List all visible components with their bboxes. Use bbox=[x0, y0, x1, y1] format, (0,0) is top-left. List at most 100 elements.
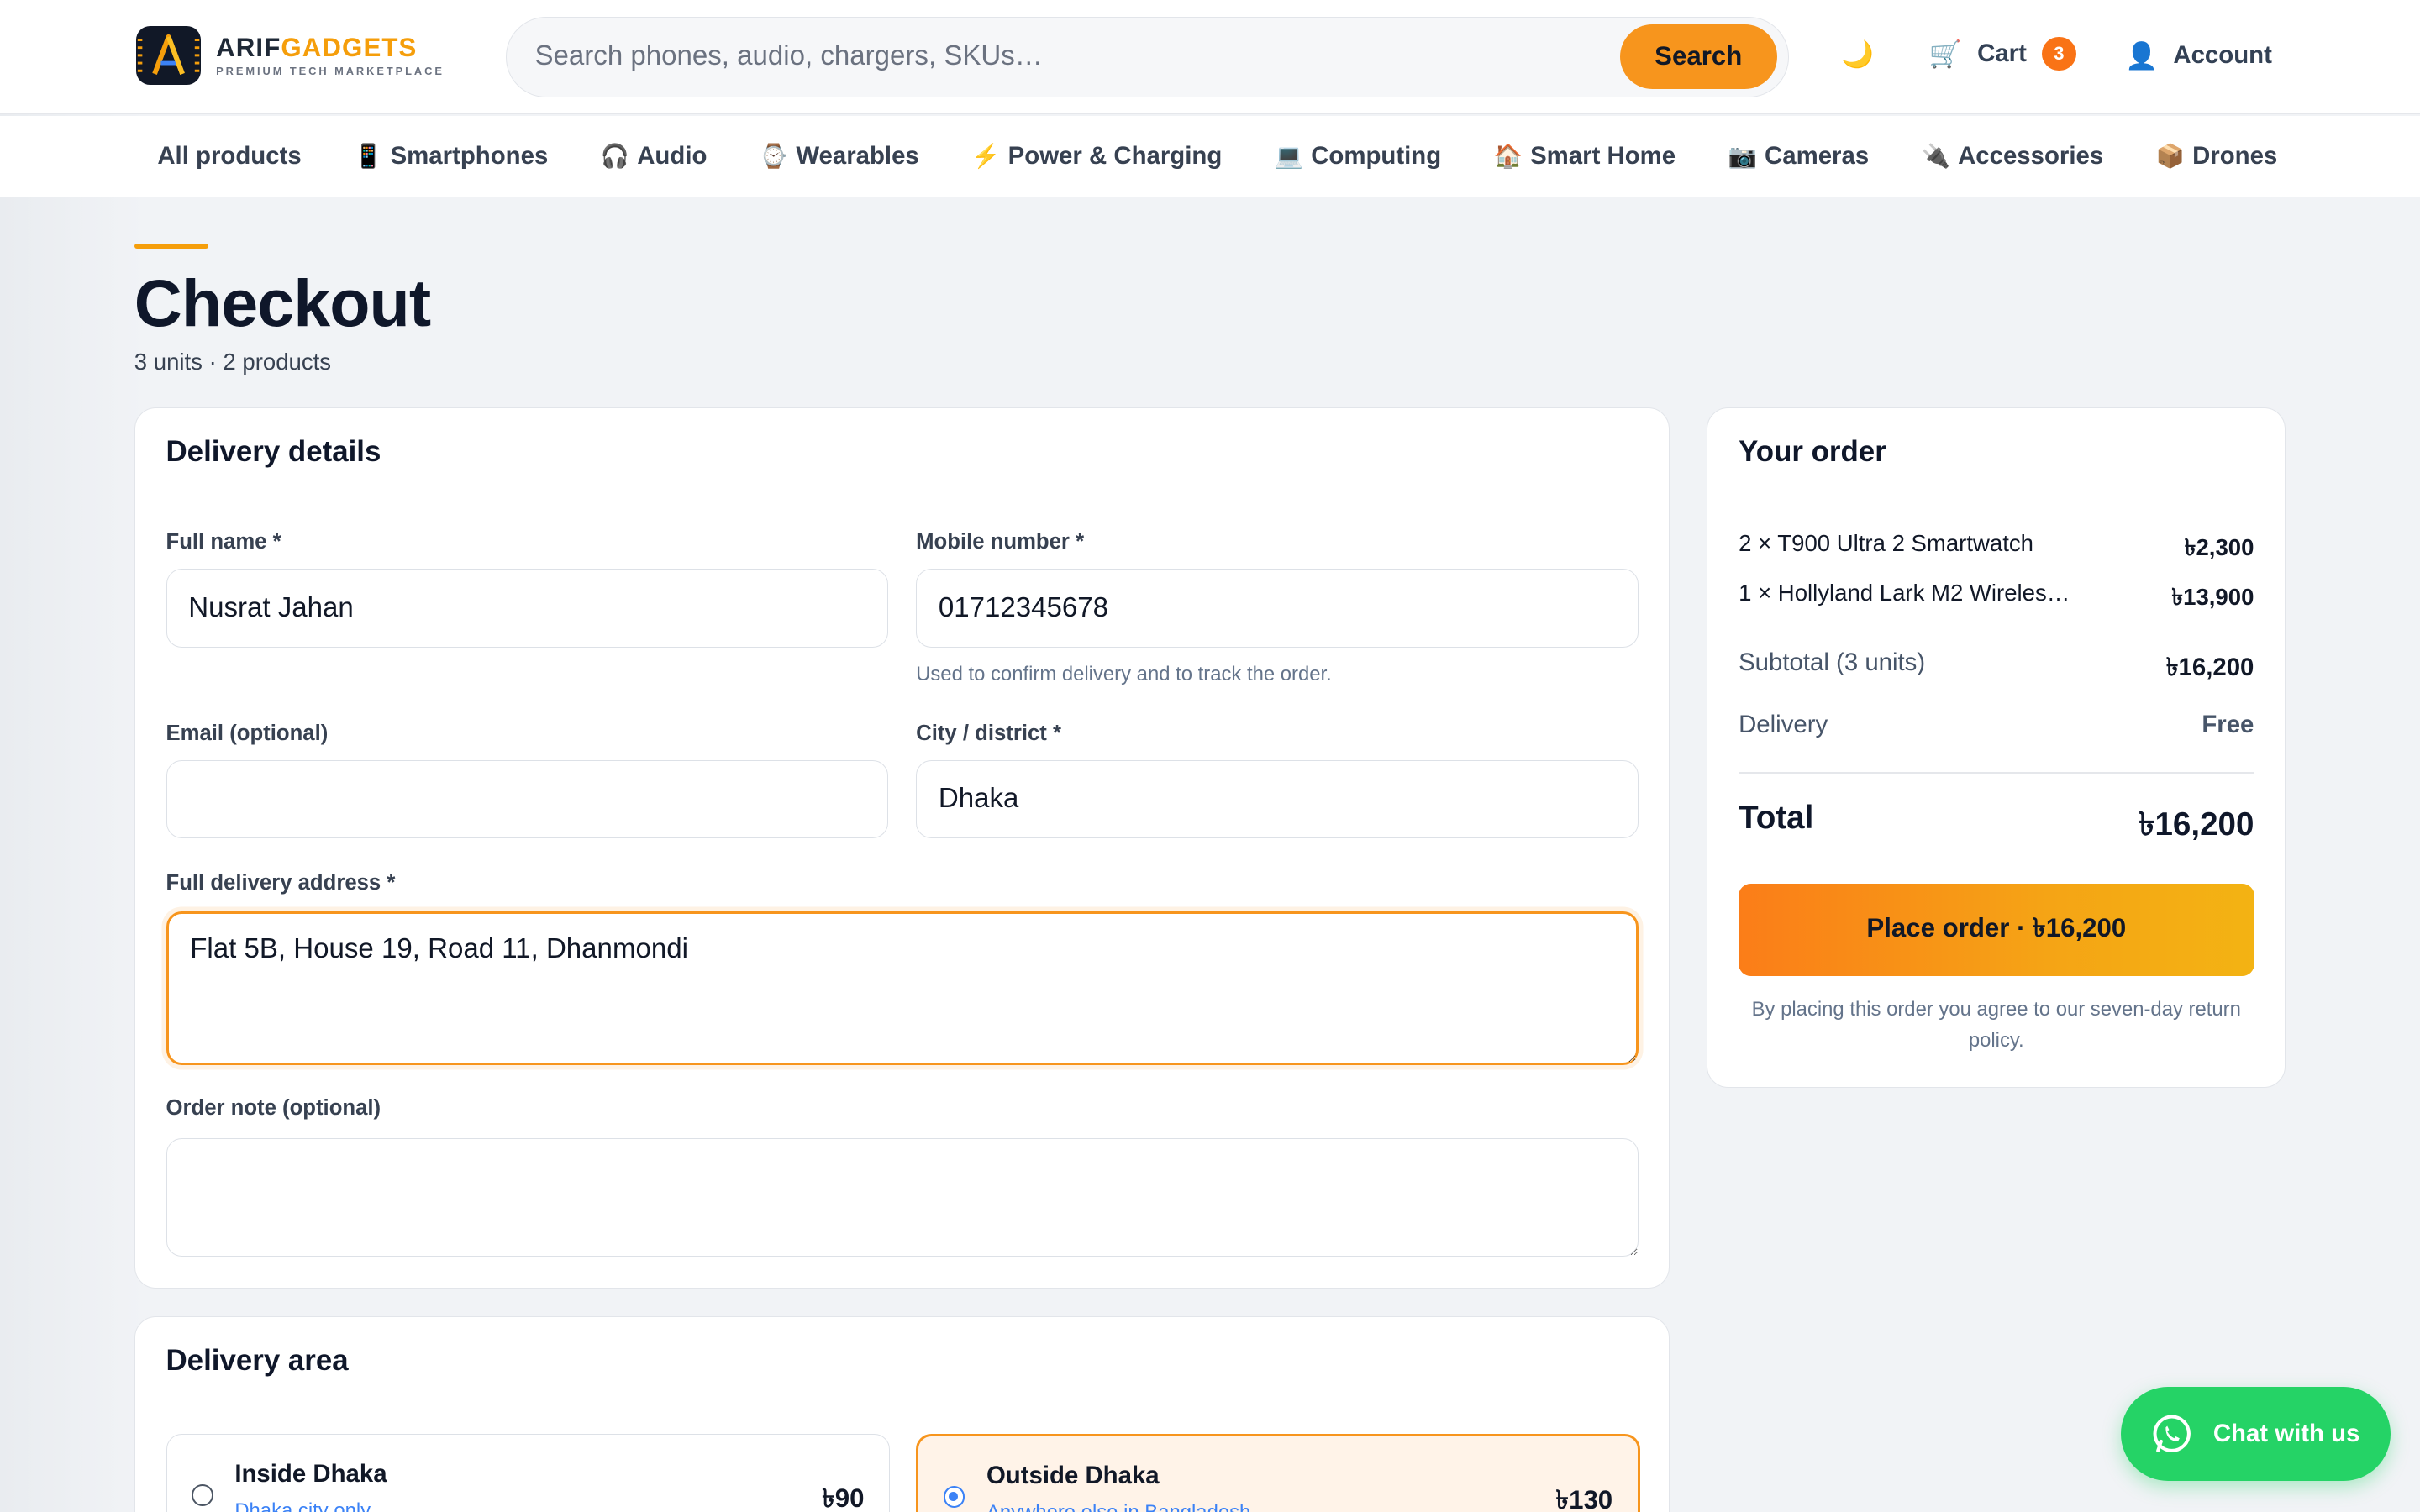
category-nav-item[interactable]: 💻 Computing bbox=[1253, 142, 1463, 171]
category-icon: 🔌 bbox=[1921, 143, 1950, 169]
category-icon: 📷 bbox=[1728, 143, 1757, 169]
category-icon: ⌚ bbox=[759, 143, 789, 169]
summary-divider bbox=[1739, 772, 2254, 774]
full-name-field[interactable] bbox=[166, 568, 889, 648]
delivery-details-card: Delivery details Full name * Mobile numb… bbox=[134, 407, 1670, 1289]
chat-with-us-button[interactable]: Chat with us bbox=[2120, 1387, 2391, 1482]
brand-name-part1: ARIF bbox=[216, 33, 281, 63]
category-nav-item[interactable]: 📷 Cameras bbox=[1707, 142, 1891, 171]
option-description: Anywhere else in Bangladesh bbox=[986, 1501, 1250, 1512]
moon-icon[interactable]: 🌙 bbox=[1841, 39, 1874, 70]
category-label: Drones bbox=[2192, 141, 2278, 170]
order-item-amount: ৳2,300 bbox=[2184, 533, 2254, 560]
category-nav-item[interactable]: ⚡ Power & Charging bbox=[950, 142, 1244, 171]
page-subtitle: 3 units · 2 products bbox=[134, 349, 332, 375]
city-label: City / district * bbox=[916, 721, 1061, 745]
order-note-field[interactable] bbox=[166, 1137, 1639, 1257]
category-icon: 📱 bbox=[354, 143, 383, 169]
total-label: Total bbox=[1739, 800, 1814, 837]
option-description: Dhaka city only bbox=[234, 1499, 371, 1512]
category-nav-item[interactable]: 📱 Smartphones bbox=[332, 142, 570, 171]
delivery-fee-value: Free bbox=[2202, 710, 2254, 738]
whatsapp-icon bbox=[2153, 1415, 2191, 1453]
order-summary-card: Your order 2 × T900 Ultra 2 Smartwatch ৳… bbox=[1707, 407, 2286, 1088]
delivery-area-card: Delivery area Inside Dhaka Dhaka city on… bbox=[134, 1315, 1670, 1512]
cart-icon: 🛒 bbox=[1928, 39, 1962, 69]
search-bar: Search bbox=[506, 17, 1789, 97]
order-line-item: 2 × T900 Ultra 2 Smartwatch ৳2,300 bbox=[1739, 530, 2254, 569]
radio-outside-dhaka[interactable] bbox=[943, 1486, 965, 1508]
search-button[interactable]: Search bbox=[1619, 24, 1777, 89]
category-label: Accessories bbox=[1958, 141, 2104, 170]
title-accent-line bbox=[134, 244, 208, 249]
address-label: Full delivery address * bbox=[166, 870, 396, 895]
email-label: Email (optional) bbox=[166, 721, 329, 745]
delivery-details-heading: Delivery details bbox=[134, 408, 1670, 496]
subtotal-value: ৳16,200 bbox=[2165, 654, 2254, 682]
cart-label: Cart bbox=[1977, 39, 2027, 68]
category-nav: All products 📱 Smartphones 🎧 Audio ⌚ Wearables… bbox=[0, 115, 2420, 198]
checkout-page: ARIFGADGETS PREMIUM TECH MARKETPLACE Sea… bbox=[0, 0, 2420, 1512]
category-icon: ⚡ bbox=[971, 143, 1001, 169]
address-field[interactable]: Flat 5B, House 19, Road 11, Dhanmondi bbox=[166, 911, 1639, 1066]
mobile-label: Mobile number * bbox=[916, 529, 1085, 554]
delivery-option-outside-dhaka[interactable]: Outside Dhaka Anywhere else in Banglades… bbox=[916, 1434, 1640, 1512]
category-label: Smart Home bbox=[1530, 141, 1676, 170]
page-title: Checkout bbox=[134, 265, 431, 340]
category-nav-item[interactable]: 📦 Drones bbox=[2134, 142, 2299, 171]
delivery-fee-row: Delivery Free bbox=[1739, 711, 2254, 739]
category-label: Cameras bbox=[1765, 141, 1870, 170]
order-item-label: 1 × Hollyland Lark M2 Wireles… bbox=[1739, 579, 2070, 606]
order-line-item: 1 × Hollyland Lark M2 Wireles… ৳13,900 bbox=[1739, 580, 2254, 618]
subtotal-label: Subtotal (3 units) bbox=[1739, 648, 1926, 677]
chat-label: Chat with us bbox=[2212, 1420, 2360, 1448]
city-field[interactable] bbox=[916, 759, 1639, 839]
account-label: Account bbox=[2173, 41, 2272, 70]
option-name: Inside Dhaka bbox=[234, 1459, 387, 1488]
full-name-label: Full name * bbox=[166, 529, 281, 554]
option-price: ৳90 bbox=[822, 1483, 865, 1512]
cart-count-badge: 3 bbox=[2042, 37, 2076, 71]
account-button[interactable]: 👤 Account bbox=[2125, 40, 2272, 71]
category-nav-item[interactable]: 🔌 Accessories bbox=[1900, 142, 2125, 171]
top-header: ARIFGADGETS PREMIUM TECH MARKETPLACE Sea… bbox=[0, 0, 2420, 114]
return-policy-note: By placing this order you agree to our s… bbox=[1751, 997, 2241, 1052]
brand-name-part2: GADGETS bbox=[281, 33, 418, 63]
email-field[interactable] bbox=[166, 759, 889, 839]
search-input[interactable] bbox=[534, 18, 1600, 96]
category-icon: 💻 bbox=[1274, 143, 1304, 169]
category-label: Wearables bbox=[796, 141, 919, 170]
order-item-label: 2 × T900 Ultra 2 Smartwatch bbox=[1739, 529, 2033, 556]
order-note-label: Order note (optional) bbox=[166, 1096, 381, 1121]
category-icon: 📦 bbox=[2155, 143, 2185, 169]
category-nav-item[interactable]: ⌚ Wearables bbox=[738, 142, 940, 171]
category-nav-item[interactable]: 🎧 Audio bbox=[579, 142, 729, 171]
total-value: ৳16,200 bbox=[2139, 806, 2254, 843]
order-item-amount: ৳13,900 bbox=[2171, 583, 2254, 610]
order-summary-heading: Your order bbox=[1707, 408, 2286, 496]
delivery-option-inside-dhaka[interactable]: Inside Dhaka Dhaka city only ৳90 bbox=[166, 1434, 890, 1512]
delivery-area-heading: Delivery area bbox=[134, 1317, 1670, 1405]
category-label: Power & Charging bbox=[1007, 141, 1223, 170]
category-nav-item[interactable]: All products bbox=[136, 142, 324, 171]
category-icon: 🎧 bbox=[600, 143, 630, 169]
mobile-field[interactable] bbox=[916, 568, 1639, 648]
logo-mark-icon bbox=[135, 26, 201, 85]
brand-logo[interactable]: ARIFGADGETS PREMIUM TECH MARKETPLACE bbox=[135, 26, 445, 85]
total-row: Total ৳16,200 bbox=[1739, 800, 2254, 853]
user-icon: 👤 bbox=[2125, 40, 2158, 71]
category-label: Audio bbox=[637, 141, 708, 170]
subtotal-row: Subtotal (3 units) ৳16,200 bbox=[1739, 648, 2254, 690]
category-label: All products bbox=[157, 141, 302, 170]
place-order-button[interactable]: Place order · ৳16,200 bbox=[1739, 883, 2254, 976]
category-label: Computing bbox=[1311, 141, 1442, 170]
option-name: Outside Dhaka bbox=[986, 1461, 1160, 1489]
radio-inside-dhaka[interactable] bbox=[191, 1484, 213, 1506]
brand-tagline: PREMIUM TECH MARKETPLACE bbox=[216, 64, 445, 77]
category-label: Smartphones bbox=[390, 141, 549, 170]
cart-button[interactable]: 🛒 Cart 3 bbox=[1929, 37, 2076, 71]
mobile-hint: Used to confirm delivery and to track th… bbox=[916, 662, 1332, 685]
option-price: ৳130 bbox=[1555, 1484, 1613, 1512]
category-icon: 🏠 bbox=[1493, 143, 1523, 169]
category-nav-item[interactable]: 🏠 Smart Home bbox=[1472, 142, 1697, 171]
